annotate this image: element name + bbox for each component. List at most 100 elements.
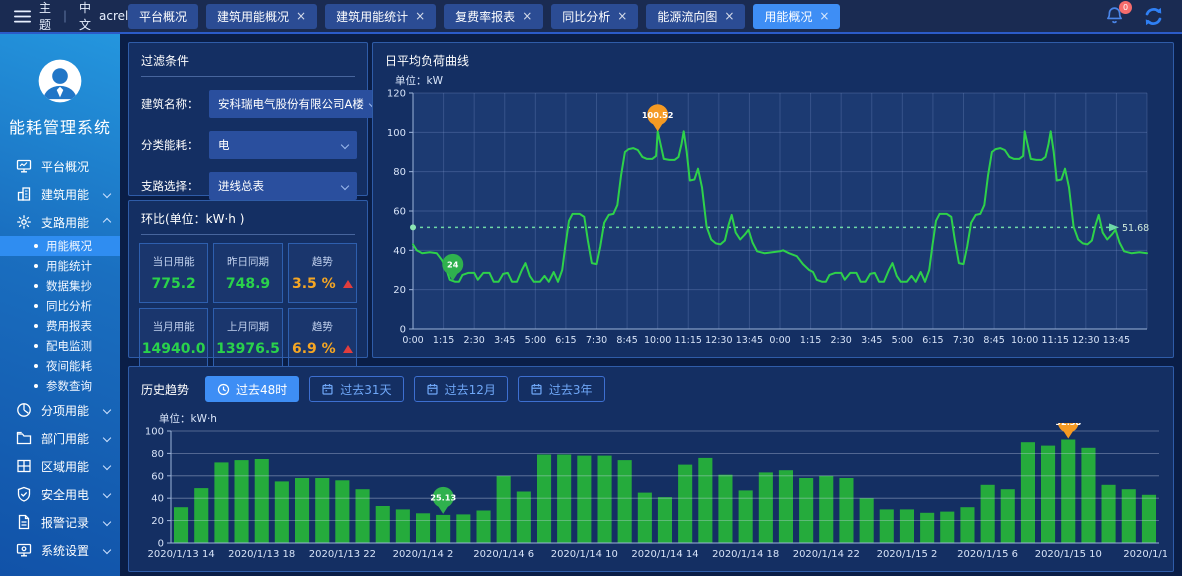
svg-text:3:45: 3:45 [494, 335, 515, 346]
svg-text:0:00: 0:00 [402, 335, 423, 346]
svg-text:8:45: 8:45 [983, 335, 1004, 346]
sidebar-item-安全用电[interactable]: 安全用电 [0, 480, 120, 508]
ring-cell-value: 748.9 [226, 276, 270, 292]
svg-text:92.38: 92.38 [1055, 423, 1081, 427]
range-button-过去3年[interactable]: 过去3年 [518, 376, 605, 402]
tab-平台概况[interactable]: 平台概况 [128, 4, 198, 29]
svg-text:1:15: 1:15 [433, 335, 454, 346]
filter-rows: 建筑名称：安科瑞电气股份有限公司A楼分类能耗：电支路选择：进线总表 [129, 90, 367, 200]
building-icon [16, 186, 32, 202]
daily-load-chart: 0204060801001200:001:152:303:455:006:157… [377, 85, 1171, 355]
chevron-down-icon [103, 546, 111, 554]
sidebar-item-区域用能[interactable]: 区域用能 [0, 452, 120, 480]
close-icon[interactable]: × [617, 10, 627, 22]
svg-text:2020/1/13 14: 2020/1/13 14 [148, 549, 215, 560]
svg-text:40: 40 [393, 246, 406, 257]
range-button-label: 过去3年 [549, 381, 593, 398]
ring-cell-label: 趋势 [312, 319, 333, 334]
svg-text:6:15: 6:15 [555, 335, 576, 346]
filter-field-label: 分类能耗： [141, 137, 209, 153]
ring-panel-title: 环比(单位：kW·h ) [141, 201, 355, 235]
energy-type-select[interactable]: 电 [209, 131, 357, 159]
chevron-down-icon [103, 490, 111, 498]
svg-text:1:15: 1:15 [800, 335, 821, 346]
submenu-item-用能概况[interactable]: 用能概况 [0, 236, 120, 256]
history-bar-chart: 0204060801002020/1/13 142020/1/13 182020… [137, 423, 1167, 573]
bullet-icon [34, 364, 38, 368]
daily-load-title: 日平均负荷曲线 [385, 43, 1161, 76]
range-button-过去48时[interactable]: 过去48时 [205, 376, 299, 402]
tab-bar: 平台概况建筑用能概况×建筑用能统计×复费率报表×同比分析×能源流向图×用能概况× [120, 4, 1095, 29]
tab-复费率报表[interactable]: 复费率报表× [444, 4, 543, 29]
svg-text:20: 20 [393, 285, 406, 296]
sidebar-item-label: 建筑用能 [41, 186, 89, 203]
notifications-button[interactable]: 0 [1105, 6, 1125, 26]
main-content: 过滤条件 建筑名称：安科瑞电气股份有限公司A楼分类能耗：电支路选择：进线总表 环… [120, 34, 1182, 576]
building-name-select[interactable]: 安科瑞电气股份有限公司A楼 [209, 90, 385, 118]
circuit-select[interactable]: 进线总表 [209, 172, 357, 200]
close-icon[interactable]: × [415, 10, 425, 22]
svg-text:7:30: 7:30 [953, 335, 974, 346]
sidebar-item-分项用能[interactable]: 分项用能 [0, 396, 120, 424]
bullet-icon [34, 304, 38, 308]
bullet-icon [34, 324, 38, 328]
tab-同比分析[interactable]: 同比分析× [551, 4, 638, 29]
sidebar-item-报警记录[interactable]: 报警记录 [0, 508, 120, 536]
sidebar-item-建筑用能[interactable]: 建筑用能 [0, 180, 120, 208]
svg-text:40: 40 [151, 494, 164, 505]
sidebar-item-系统设置[interactable]: 系统设置 [0, 536, 120, 564]
sidebar-item-label: 部门用能 [41, 430, 89, 447]
ring-cell-label: 上月同期 [227, 319, 269, 334]
ring-cell-value: 6.9 % [292, 341, 353, 357]
close-icon[interactable]: × [724, 10, 734, 22]
sidebar-item-支路用能[interactable]: 支路用能 [0, 208, 120, 236]
hamburger-icon[interactable] [14, 10, 31, 23]
tab-能源流向图[interactable]: 能源流向图× [646, 4, 745, 29]
svg-text:6:15: 6:15 [922, 335, 943, 346]
calendar-icon [426, 383, 439, 396]
close-icon[interactable]: × [296, 10, 306, 22]
sidebar-item-平台概况[interactable]: 平台概况 [0, 152, 120, 180]
chevron-down-icon [341, 182, 349, 190]
tab-建筑用能概况[interactable]: 建筑用能概况× [206, 4, 317, 29]
close-icon[interactable]: × [522, 10, 532, 22]
tab-建筑用能统计[interactable]: 建筑用能统计 × [325, 4, 436, 29]
theme-switch[interactable]: 主题 [39, 0, 51, 33]
topbar-divider: ｜ [59, 8, 71, 25]
chevron-down-icon [103, 434, 111, 442]
submenu-item-同比分析[interactable]: 同比分析 [0, 296, 120, 316]
range-button-过去31天[interactable]: 过去31天 [309, 376, 403, 402]
range-button-过去12月[interactable]: 过去12月 [414, 376, 508, 402]
submenu-item-数据集抄[interactable]: 数据集抄 [0, 276, 120, 296]
submenu-item-label: 同比分析 [46, 298, 92, 314]
sidebar-item-部门用能[interactable]: 部门用能 [0, 424, 120, 452]
submenu-item-用能统计[interactable]: 用能统计 [0, 256, 120, 276]
tab-label: 建筑用能统计 [336, 8, 408, 25]
submenu-item-夜间能耗[interactable]: 夜间能耗 [0, 356, 120, 376]
energy-dashboard: 主题｜中文 acrel 平台概况建筑用能概况×建筑用能统计×复费率报表×同比分析… [0, 0, 1182, 576]
svg-text:2020/1/15: 2020/1/15 [1123, 549, 1167, 560]
svg-text:2020/1/15 6: 2020/1/15 6 [957, 549, 1018, 560]
sidebar-menu: 平台概况建筑用能支路用能用能概况用能统计数据集抄同比分析费用报表配电监测夜间能耗… [0, 152, 120, 564]
svg-text:12:30: 12:30 [705, 335, 732, 346]
filter-field-label: 支路选择： [141, 178, 209, 194]
svg-text:12:30: 12:30 [1072, 335, 1099, 346]
svg-text:51.68: 51.68 [1122, 223, 1149, 234]
svg-text:2:30: 2:30 [830, 335, 851, 346]
svg-text:100: 100 [145, 427, 164, 438]
language-switch[interactable]: 中文 [79, 0, 91, 33]
ring-cell-昨日同期: 昨日同期748.9 [213, 243, 282, 303]
range-button-label: 过去48时 [236, 381, 287, 398]
submenu-item-配电监测[interactable]: 配电监测 [0, 336, 120, 356]
history-title: 历史趋势 [141, 381, 189, 398]
svg-text:100.52: 100.52 [642, 110, 674, 120]
submenu-item-参数查询[interactable]: 参数查询 [0, 376, 120, 396]
submenu-item-费用报表[interactable]: 费用报表 [0, 316, 120, 336]
region-icon [16, 458, 32, 474]
close-icon[interactable]: × [819, 10, 829, 22]
tab-用能概况[interactable]: 用能概况× [753, 4, 840, 29]
ring-compare-table: 当日用能775.2昨日同期748.9趋势3.5 %当月用能14940.0上月同期… [139, 243, 357, 368]
refresh-button[interactable] [1143, 6, 1164, 27]
svg-text:8:45: 8:45 [616, 335, 637, 346]
ring-cell-趋势: 趋势3.5 % [288, 243, 357, 303]
